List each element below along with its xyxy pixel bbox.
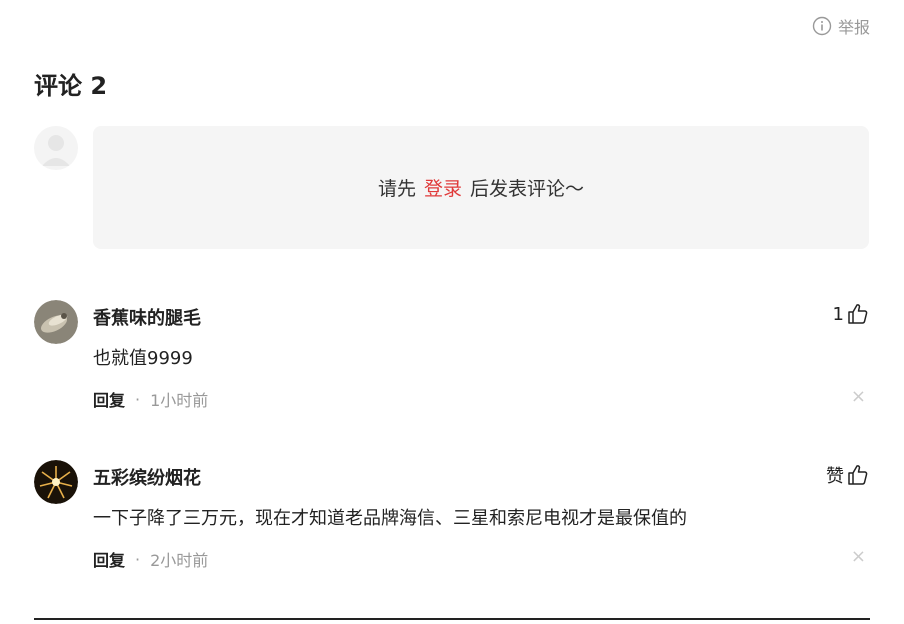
login-link[interactable]: 登录 <box>424 174 462 201</box>
avatar[interactable] <box>34 300 78 344</box>
like-button[interactable]: 1 <box>833 302 870 326</box>
like-count: 1 <box>832 303 844 325</box>
comment-username[interactable]: 五彩缤纷烟花 <box>93 464 201 490</box>
dismiss-button[interactable]: × <box>851 546 866 567</box>
comment-meta: 回复 · 2小时前 <box>93 547 208 571</box>
dismiss-button[interactable]: × <box>851 386 866 407</box>
login-prompt-prefix: 请先 <box>377 178 416 200</box>
comment-time: 1小时前 <box>150 391 209 410</box>
meta-separator: · <box>135 549 141 569</box>
like-label: 赞 <box>826 466 844 487</box>
comment-text: 也就值9999 <box>93 348 193 369</box>
comments-title: 评论 2 <box>34 72 108 100</box>
thumbs-up-icon <box>846 463 870 487</box>
comment-meta: 回复 · 1小时前 <box>93 387 208 411</box>
comment-username[interactable]: 香蕉味的腿毛 <box>93 304 201 330</box>
login-prompt: 请先 登录 后发表评论～ <box>93 126 869 249</box>
comment-time: 2小时前 <box>150 551 209 570</box>
login-prompt-suffix: 后发表评论～ <box>470 178 585 200</box>
reply-button[interactable]: 回复 <box>93 387 125 411</box>
like-button[interactable]: 赞 <box>826 462 870 488</box>
meta-separator: · <box>135 389 141 409</box>
report-button[interactable]: 举报 <box>812 14 870 38</box>
bottom-divider <box>34 618 870 620</box>
thumbs-up-icon <box>846 302 870 326</box>
reply-button[interactable]: 回复 <box>93 547 125 571</box>
info-circle-icon <box>812 16 832 36</box>
default-avatar <box>34 126 78 170</box>
report-label: 举报 <box>837 18 870 37</box>
comment-text: 一下子降了三万元，现在才知道老品牌海信、三星和索尼电视才是最保值的 <box>93 508 687 529</box>
avatar[interactable] <box>34 460 78 504</box>
